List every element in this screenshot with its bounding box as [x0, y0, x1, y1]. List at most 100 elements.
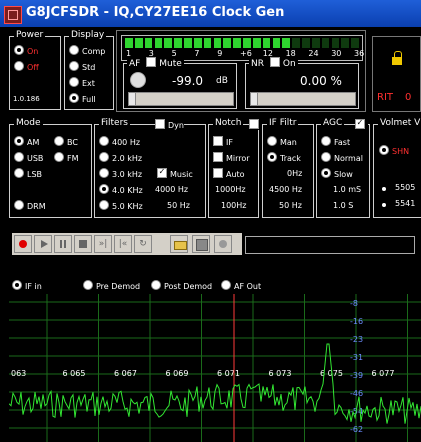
nr-slider-thumb[interactable]	[251, 93, 258, 105]
meter-segment	[223, 38, 232, 48]
meter-segment	[351, 38, 359, 48]
rit-value: 0	[405, 92, 412, 103]
meter-segment	[272, 38, 281, 48]
notch-legend: Notch	[213, 118, 244, 128]
settings-button[interactable]	[214, 235, 232, 253]
filter-5khz-radio[interactable]: 5.0 KHz	[99, 200, 143, 211]
mute-checkbox[interactable]	[146, 57, 157, 67]
if-step-value: 50 Hz	[279, 201, 302, 210]
if-filter-legend: IF Filtr	[267, 118, 299, 128]
meter-segment	[203, 38, 212, 48]
fast-forward-icon: »|	[98, 239, 108, 249]
open-button[interactable]	[170, 235, 188, 253]
volmet-legend: Volmet V	[378, 118, 421, 128]
window-title: G8JCFSDR - IQ,CY27EE16 Clock Gen	[26, 5, 285, 20]
version-label: 1.0.186	[13, 95, 40, 103]
nr-value: 0.00 %	[300, 74, 342, 88]
play-button[interactable]	[34, 235, 52, 253]
power-legend: Power	[14, 30, 46, 40]
record-icon	[19, 240, 27, 248]
save-button[interactable]	[192, 235, 210, 253]
notch-panel: Notch IF Mirror Auto 1000Hz 100Hz	[208, 118, 262, 218]
meter-segment	[282, 38, 291, 48]
filter-400hz-radio[interactable]: 400 Hz	[99, 136, 140, 147]
meter-segment	[125, 38, 133, 48]
meter-segment	[164, 38, 173, 48]
notch-auto-checkbox[interactable]: Auto	[213, 168, 245, 179]
power-on-radio[interactable]: On	[14, 45, 38, 56]
mode-usb-radio[interactable]: USB	[14, 152, 43, 163]
af-panel: AF Mute -99.0 dB	[123, 57, 237, 109]
display-std-radio[interactable]: Std	[69, 61, 95, 72]
fast-forward-button[interactable]: »|	[94, 235, 112, 253]
meter-segment	[302, 38, 310, 48]
loop-button[interactable]: ↻	[134, 235, 152, 253]
spectrum-display[interactable]: -8-16-23-31-39-46-54-62063 6 065 6 067 6 06…	[9, 294, 421, 442]
if-man-radio[interactable]: Man	[267, 136, 297, 147]
af-slider[interactable]	[128, 92, 234, 106]
if-track-radio[interactable]: Track	[267, 152, 301, 163]
dyn-checkbox[interactable]: Dyn	[155, 119, 184, 130]
mode-bc-radio[interactable]: BC	[54, 136, 78, 147]
power-off-radio[interactable]: Off	[14, 61, 39, 72]
display-comp-radio[interactable]: Comp	[69, 45, 105, 56]
frequency-label: 6 077	[372, 369, 395, 378]
app-icon[interactable]	[4, 6, 22, 24]
volmet-shn-radio[interactable]: SHN	[379, 145, 409, 156]
filter-3khz-radio[interactable]: 3.0 kHz	[99, 168, 142, 179]
file-name-field[interactable]	[245, 236, 415, 254]
spectrum-pre-demod-radio[interactable]: Pre Demod	[83, 280, 140, 291]
stop-button[interactable]	[74, 235, 92, 253]
frequency-label: 6 067	[114, 369, 137, 378]
notch-checkbox[interactable]	[249, 119, 262, 130]
agc-fast-radio[interactable]: Fast	[321, 136, 350, 147]
display-ext-radio[interactable]: Ext	[69, 77, 95, 88]
radio-icon	[14, 45, 24, 55]
lock-icon[interactable]	[392, 57, 402, 65]
display-full-radio[interactable]: Full	[69, 93, 96, 104]
record-button[interactable]	[14, 235, 32, 253]
agc-slow-radio[interactable]: Slow	[321, 168, 353, 179]
meter-segment	[174, 38, 182, 48]
pause-button[interactable]	[54, 235, 72, 253]
af-legend: AF Mute	[127, 57, 184, 69]
mode-am-radio[interactable]: AM	[14, 136, 39, 147]
filter-width-value: 4000 Hz	[155, 185, 189, 194]
db-scale-label: -8	[350, 299, 358, 308]
frequency-label: 063	[11, 369, 26, 378]
agc-checkbox[interactable]	[355, 119, 368, 130]
mode-fm-radio[interactable]: FM	[54, 152, 79, 163]
frequency-label: 6 069	[166, 369, 189, 378]
agc-normal-radio[interactable]: Normal	[321, 152, 363, 163]
meter-segment	[144, 38, 153, 48]
filter-4khz-radio[interactable]: 4.0 KHz	[99, 184, 143, 195]
meter-scale-label: 36	[354, 49, 365, 58]
music-checkbox[interactable]: Music	[157, 168, 193, 179]
meter-segment	[331, 38, 340, 48]
if-width-value: 4500 Hz	[269, 185, 303, 194]
loop-icon: ↻	[139, 239, 147, 249]
mode-drm-radio[interactable]: DRM	[14, 200, 46, 211]
volmet-5505-radio[interactable]: 5505	[381, 183, 415, 192]
save-icon	[196, 239, 208, 251]
notch-freq-value: 1000Hz	[215, 185, 246, 194]
db-scale-label: -16	[350, 317, 363, 326]
filter-2khz-radio[interactable]: 2.0 kHz	[99, 152, 142, 163]
radio-icon	[14, 61, 24, 71]
nr-on-checkbox[interactable]	[269, 57, 280, 67]
notch-if-checkbox[interactable]: IF	[213, 136, 233, 147]
lock-shackle	[394, 51, 402, 58]
meter-segment	[184, 38, 192, 48]
af-level-value: -99.0	[172, 74, 204, 88]
af-slider-thumb[interactable]	[129, 93, 136, 105]
spectrum-af-out-radio[interactable]: AF Out	[221, 280, 261, 291]
notch-mirror-checkbox[interactable]: Mirror	[213, 152, 250, 163]
nr-slider[interactable]	[250, 92, 356, 106]
rewind-button[interactable]: |«	[114, 235, 132, 253]
af-knob-icon[interactable]	[130, 72, 146, 88]
spectrum-if-in-radio[interactable]: IF in	[12, 280, 42, 291]
mode-lsb-radio[interactable]: LSB	[14, 168, 42, 179]
volmet-5541-radio[interactable]: 5541	[381, 199, 415, 208]
spectrum-post-demod-radio[interactable]: Post Demod	[151, 280, 212, 291]
spectrum-options-bar: IF in Pre Demod Post Demod AF Out	[9, 279, 421, 293]
